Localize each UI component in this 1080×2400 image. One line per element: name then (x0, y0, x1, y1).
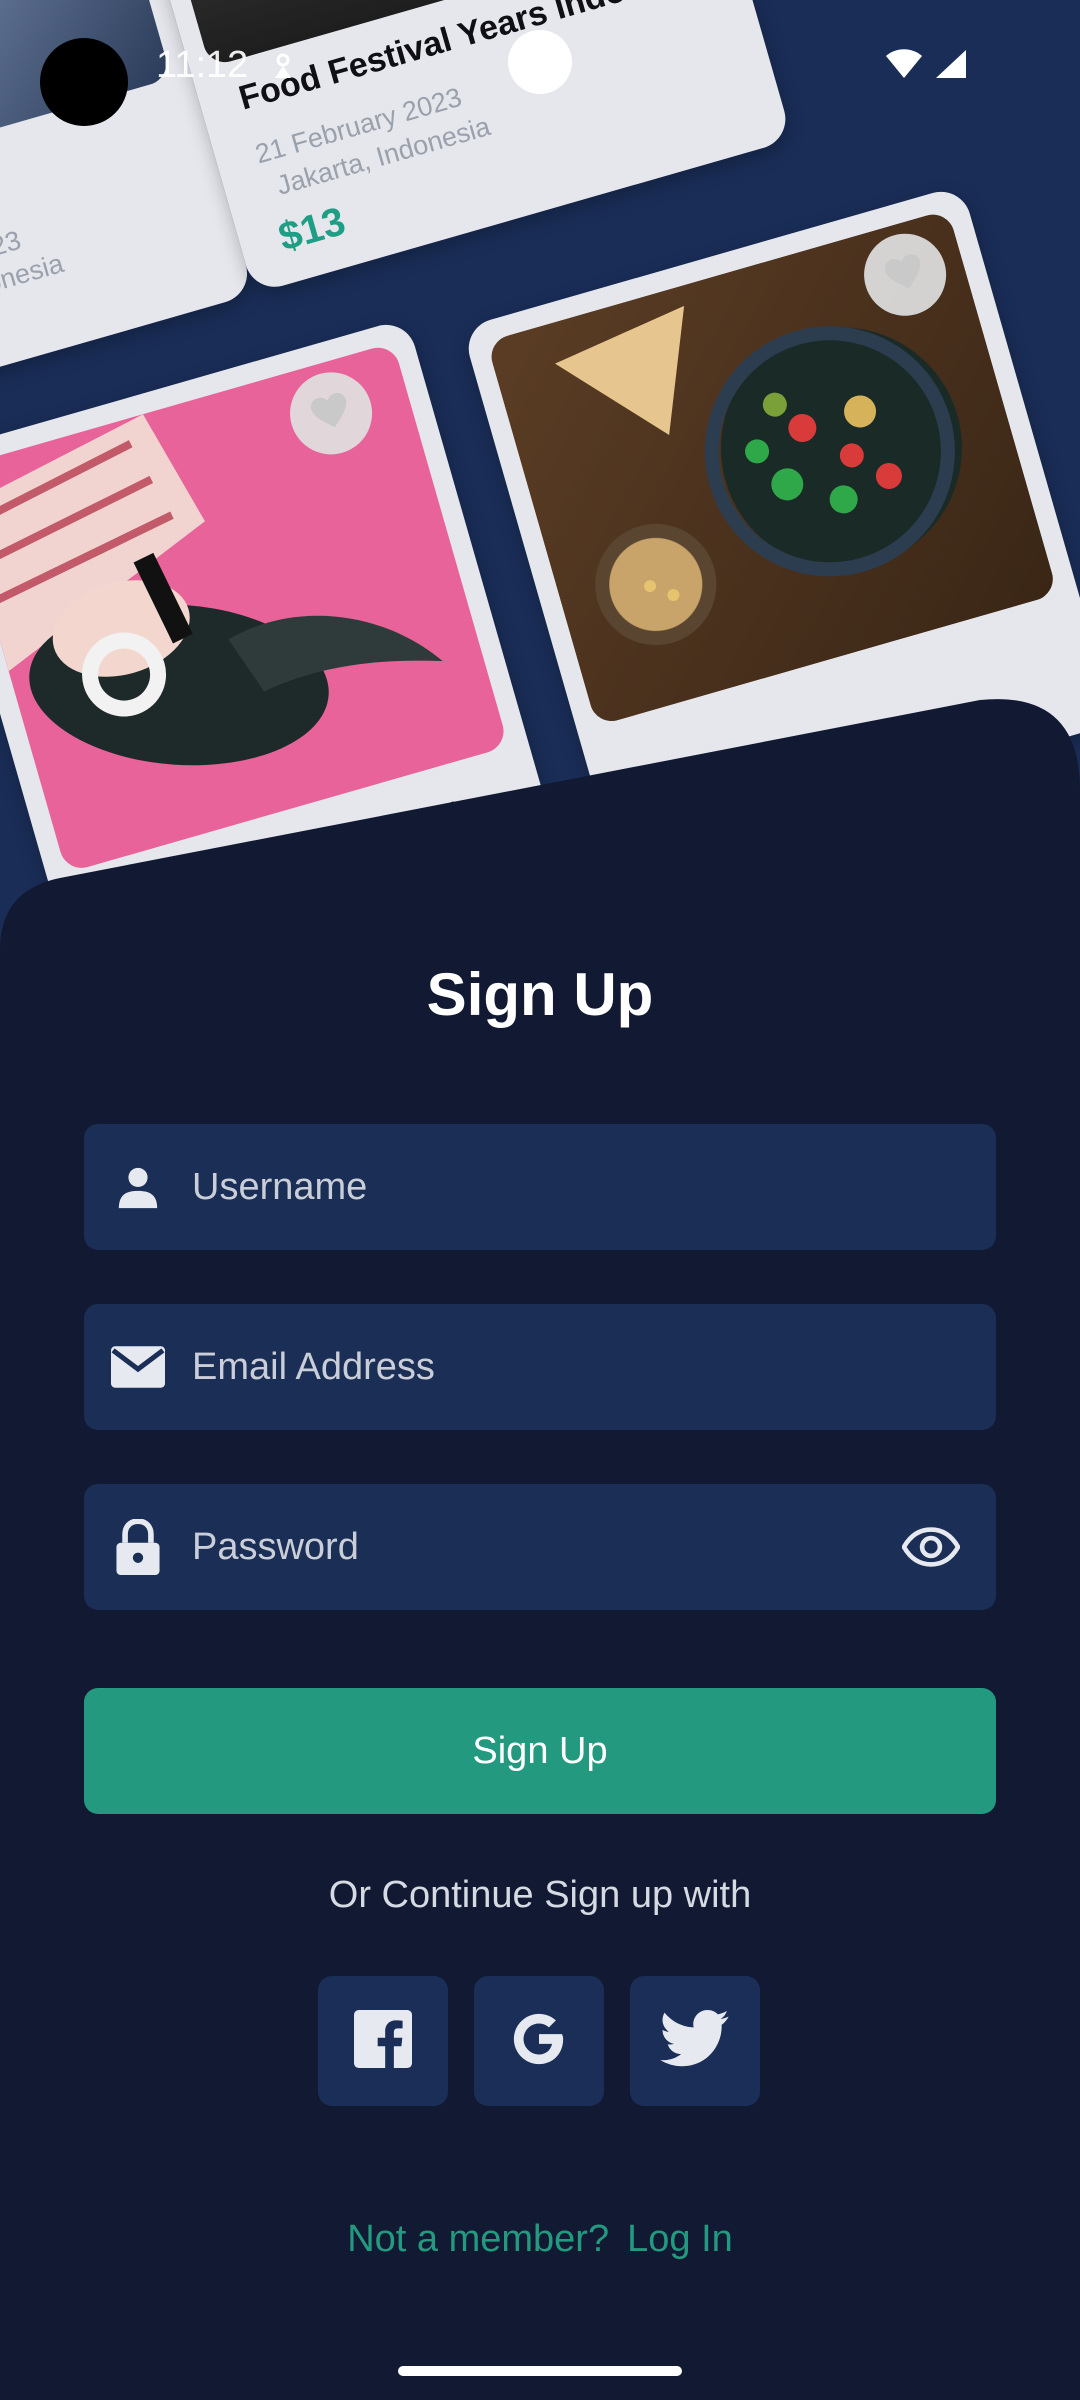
home-indicator[interactable] (398, 2366, 682, 2376)
login-prompt: Not a member? Log In (0, 2218, 1080, 2261)
login-link[interactable]: Log In (627, 2218, 733, 2260)
eye-icon[interactable] (896, 1512, 966, 1582)
status-dot (508, 30, 572, 94)
twitter-icon (660, 2009, 730, 2073)
facebook-icon (354, 2009, 412, 2073)
username-field[interactable] (84, 1124, 996, 1250)
lock-icon (110, 1519, 166, 1575)
signup-sheet: Sign Up Sign Up Or Continue Sign up with (0, 690, 1080, 2400)
twitter-button[interactable] (630, 1976, 760, 2106)
status-icons (884, 48, 968, 85)
signup-button[interactable]: Sign Up (84, 1688, 996, 1814)
email-input[interactable] (192, 1304, 996, 1430)
google-icon (510, 2010, 568, 2073)
camera-cutout (40, 38, 128, 126)
page-title: Sign Up (426, 961, 654, 1028)
facebook-button[interactable] (318, 1976, 448, 2106)
not-member-text: Not a member? (347, 2218, 610, 2260)
event-price: $13 (273, 199, 351, 260)
username-input[interactable] (192, 1124, 996, 1250)
email-field[interactable] (84, 1304, 996, 1430)
google-button[interactable] (474, 1976, 604, 2106)
status-time: 11:12 (156, 44, 249, 86)
status-bar: 11:12 (0, 0, 1080, 130)
mail-icon (110, 1339, 166, 1395)
continue-with-label: Or Continue Sign up with (328, 1874, 752, 1916)
password-input[interactable] (192, 1484, 896, 1610)
user-icon (110, 1159, 166, 1215)
event-photo (486, 209, 1059, 727)
notification-icon (270, 52, 296, 89)
social-buttons (318, 1976, 760, 2106)
password-field[interactable] (84, 1484, 996, 1610)
heart-icon (306, 388, 356, 438)
wifi-icon (884, 48, 924, 85)
signal-icon (934, 48, 968, 85)
heart-icon (880, 250, 930, 300)
